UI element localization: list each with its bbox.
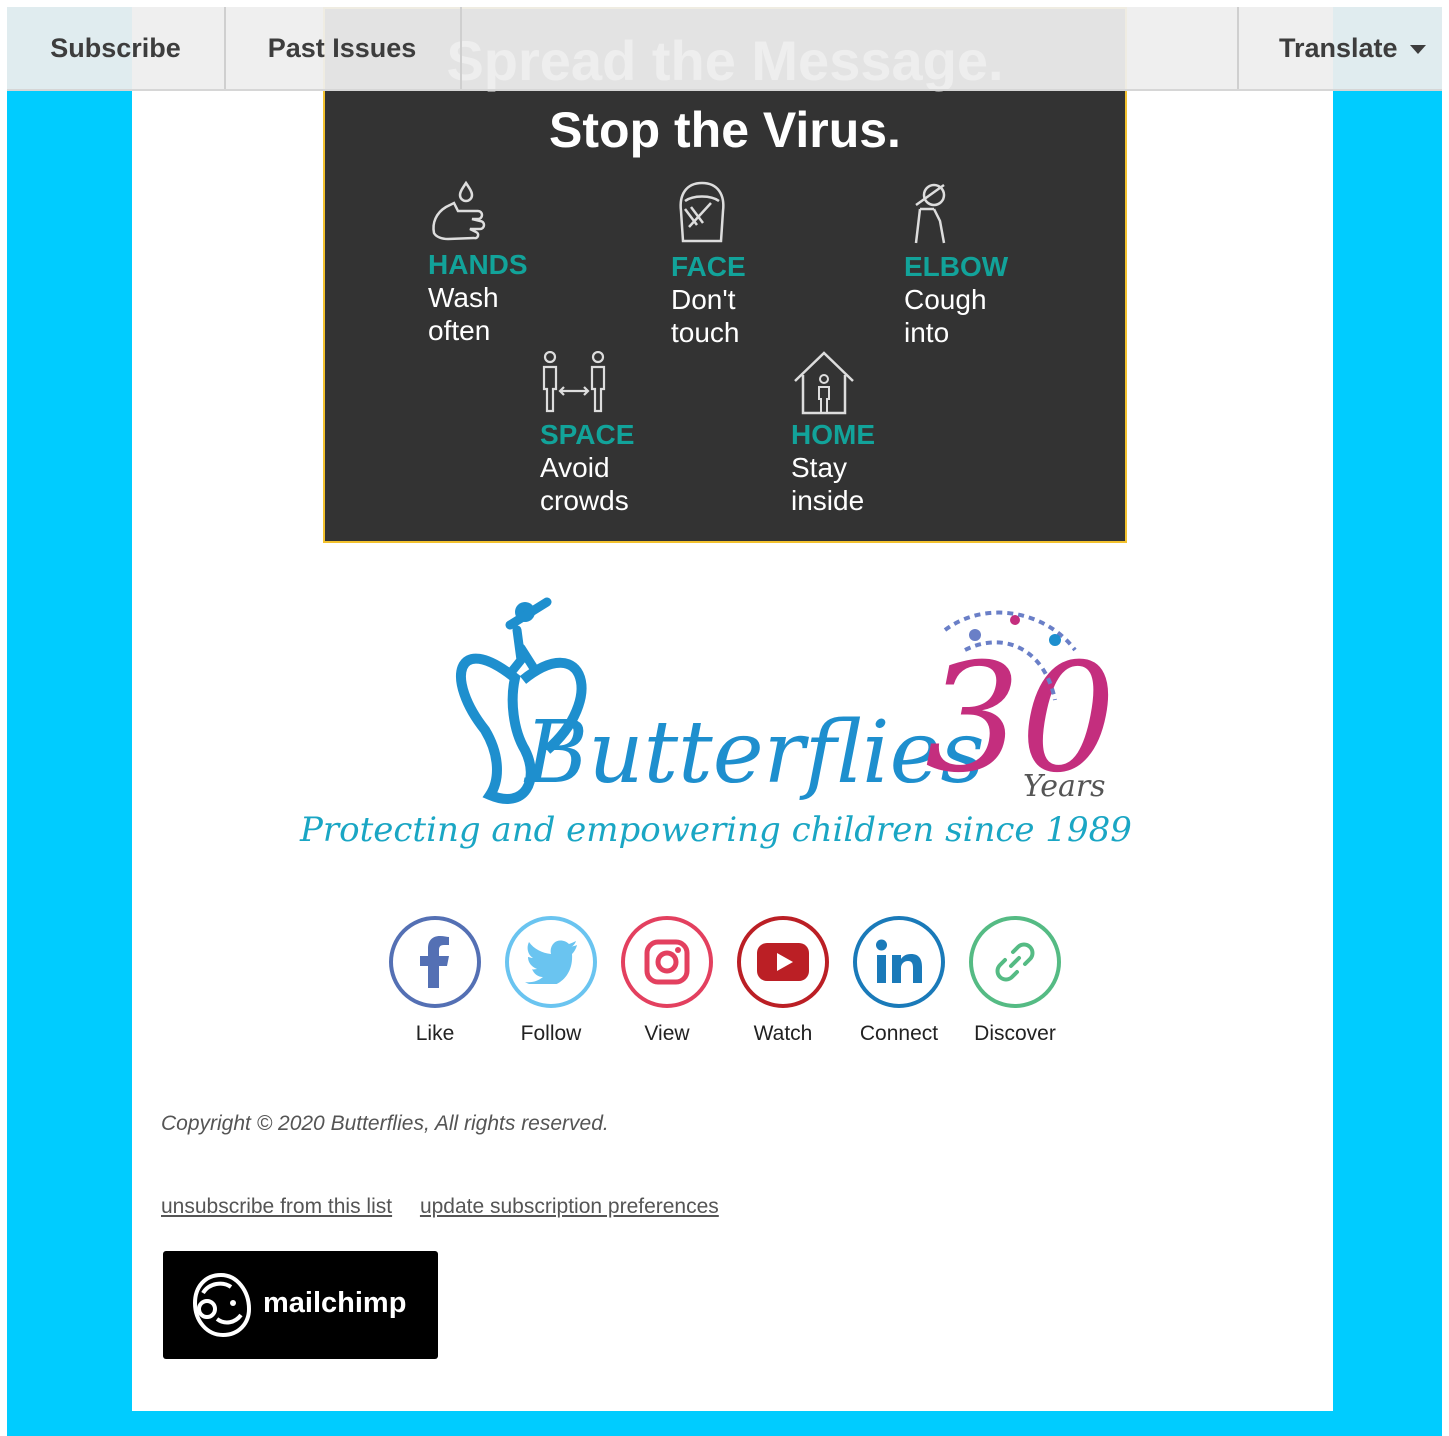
translate-dropdown[interactable]: Translate bbox=[1237, 7, 1442, 89]
copyright-text: Copyright © 2020 Butterflies, All rights… bbox=[161, 1112, 609, 1135]
tip-face: FACE Don't touch bbox=[671, 179, 746, 349]
tip-elbow: ELBOW Cough into bbox=[904, 179, 1008, 349]
social-label[interactable]: Watch bbox=[733, 1022, 833, 1046]
tip-key: ELBOW bbox=[904, 251, 1009, 282]
poster-title: Stop the Virus. bbox=[549, 102, 901, 158]
social-website[interactable]: Discover bbox=[965, 916, 1065, 1046]
subscribe-button[interactable]: Subscribe bbox=[7, 7, 226, 89]
tip-space: SPACE Avoid crowds bbox=[540, 351, 634, 517]
tip-hands: HANDS Wash often bbox=[428, 177, 528, 347]
logo-flourish-dot bbox=[1010, 615, 1020, 625]
unsubscribe-link[interactable]: unsubscribe from this list bbox=[161, 1195, 392, 1218]
link-icon[interactable] bbox=[969, 916, 1061, 1008]
social-youtube[interactable]: Watch bbox=[733, 916, 833, 1046]
tip-value: Wash often bbox=[428, 282, 499, 346]
update-preferences-link[interactable]: update subscription preferences bbox=[420, 1195, 719, 1218]
tip-value: Cough into bbox=[904, 284, 987, 348]
translate-label: Translate bbox=[1279, 33, 1398, 63]
tip-value: Stay inside bbox=[791, 452, 865, 516]
social-label[interactable]: View bbox=[617, 1022, 717, 1046]
mailchimp-wordmark: mailchimp bbox=[263, 1287, 407, 1319]
house-icon bbox=[794, 351, 854, 415]
hand-wash-icon bbox=[432, 180, 486, 241]
top-nav-bar: Subscribe Past Issues Translate bbox=[7, 7, 1442, 91]
tip-key: SPACE bbox=[540, 419, 635, 450]
social-label[interactable]: Connect bbox=[849, 1022, 949, 1046]
logo-wordmark: Butterflies bbox=[523, 703, 985, 803]
logo-tagline: Protecting and empowering children since… bbox=[300, 810, 1132, 850]
logo-flourish-dot bbox=[1049, 634, 1061, 646]
tip-value: Avoid crowds bbox=[540, 452, 629, 516]
tip-key: FACE bbox=[671, 251, 746, 282]
mailchimp-monkey-icon bbox=[192, 1272, 252, 1338]
social-label[interactable]: Like bbox=[385, 1022, 485, 1046]
mailchimp-badge[interactable]: mailchimp bbox=[163, 1251, 438, 1359]
social-linkedin[interactable]: Connect bbox=[849, 916, 949, 1046]
facebook-icon[interactable] bbox=[389, 916, 481, 1008]
instagram-icon[interactable] bbox=[621, 916, 713, 1008]
logo-years: Years bbox=[1023, 769, 1106, 804]
face-icon bbox=[679, 181, 725, 243]
footer-links: unsubscribe from this list update subscr… bbox=[161, 1195, 741, 1219]
tip-key: HOME bbox=[791, 419, 875, 450]
social-distance-icon bbox=[542, 351, 606, 413]
chevron-down-icon bbox=[1409, 45, 1426, 55]
twitter-icon[interactable] bbox=[505, 916, 597, 1008]
social-label[interactable]: Follow bbox=[501, 1022, 601, 1046]
social-label[interactable]: Discover bbox=[965, 1022, 1065, 1046]
linkedin-icon[interactable] bbox=[853, 916, 945, 1008]
logo-flourish-dot bbox=[969, 629, 981, 641]
past-issues-button[interactable]: Past Issues bbox=[224, 7, 462, 89]
social-facebook[interactable]: Like bbox=[385, 916, 485, 1046]
social-instagram[interactable]: View bbox=[617, 916, 717, 1046]
logo-wing-left bbox=[456, 653, 536, 804]
social-twitter[interactable]: Follow bbox=[501, 916, 601, 1046]
tip-key: HANDS bbox=[428, 249, 528, 280]
elbow-cough-icon bbox=[914, 183, 946, 244]
tip-home: HOME Stay inside bbox=[791, 349, 875, 517]
tip-value: Don't touch bbox=[671, 284, 740, 348]
youtube-icon[interactable] bbox=[737, 916, 829, 1008]
